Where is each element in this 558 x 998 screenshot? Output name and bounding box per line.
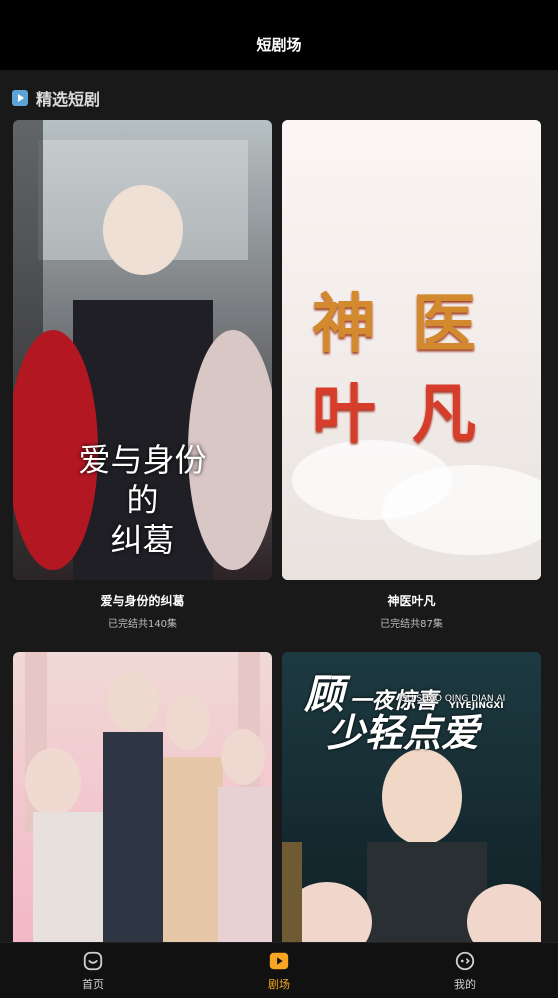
poster-title: 神 医 叶 凡 [312, 280, 512, 460]
bottom-tab-bar: 首页 剧场 我的 [0, 942, 558, 998]
drama-meta: 已完结共87集 [380, 619, 443, 630]
play-icon [269, 952, 289, 969]
tab-label: 剧场 [268, 977, 290, 991]
tab-label: 我的 [454, 977, 476, 991]
drama-grid: 爱与身份 的 纠葛 爱与身份的纠葛 已完结共140集 神 医 叶 凡 神医叶凡 … [13, 120, 541, 952]
page-title: 短剧场 [256, 35, 302, 54]
poster-title-char: 凡 [412, 378, 476, 452]
drama-poster[interactable]: 神 医 叶 凡 [282, 120, 541, 580]
home-icon [83, 951, 103, 970]
poster-title-line: 的 [126, 481, 159, 519]
section-header: 精选短剧 [12, 86, 100, 110]
drama-card[interactable]: 神 医 叶 凡 神医叶凡 已完结共87集 [282, 120, 541, 652]
drama-meta: 已完结共140集 [107, 619, 178, 630]
tab-theater[interactable]: 剧场 [219, 950, 339, 992]
drama-card[interactable]: 顾 一夜惊喜 YIYEJINGXI GU SHAO QING DIAN AI 少… [282, 652, 541, 952]
poster-title: 爱与身份 的 纠葛 [13, 440, 272, 560]
drama-poster[interactable] [13, 652, 272, 952]
poster-title-char: 神 [312, 288, 376, 362]
poster-title-line: 爱与身份 [78, 441, 207, 479]
profile-icon [455, 951, 475, 970]
poster-title-char: 叶 [312, 378, 376, 452]
top-bar: 短剧场 [0, 0, 558, 70]
play-icon [12, 90, 28, 106]
drama-title: 神医叶凡 [387, 594, 436, 608]
poster-title-line: 纠葛 [110, 521, 175, 559]
tab-profile[interactable]: 我的 [405, 950, 525, 992]
drama-title: 爱与身份的纠葛 [100, 594, 185, 608]
drama-poster[interactable]: 顾 一夜惊喜 YIYEJINGXI GU SHAO QING DIAN AI 少… [282, 652, 541, 952]
drama-poster[interactable]: 爱与身份 的 纠葛 [13, 120, 272, 580]
drama-card[interactable] [13, 652, 272, 952]
poster-title-line: 少轻点爱 [327, 711, 480, 755]
drama-info: 爱与身份的纠葛 已完结共140集 [13, 580, 272, 652]
poster-title-char: 医 [412, 288, 476, 362]
tab-home[interactable]: 首页 [33, 950, 153, 992]
drama-card[interactable]: 爱与身份 的 纠葛 爱与身份的纠葛 已完结共140集 [13, 120, 272, 652]
drama-info: 神医叶凡 已完结共87集 [282, 580, 541, 652]
section-title: 精选短剧 [36, 90, 101, 109]
tab-label: 首页 [82, 977, 104, 991]
